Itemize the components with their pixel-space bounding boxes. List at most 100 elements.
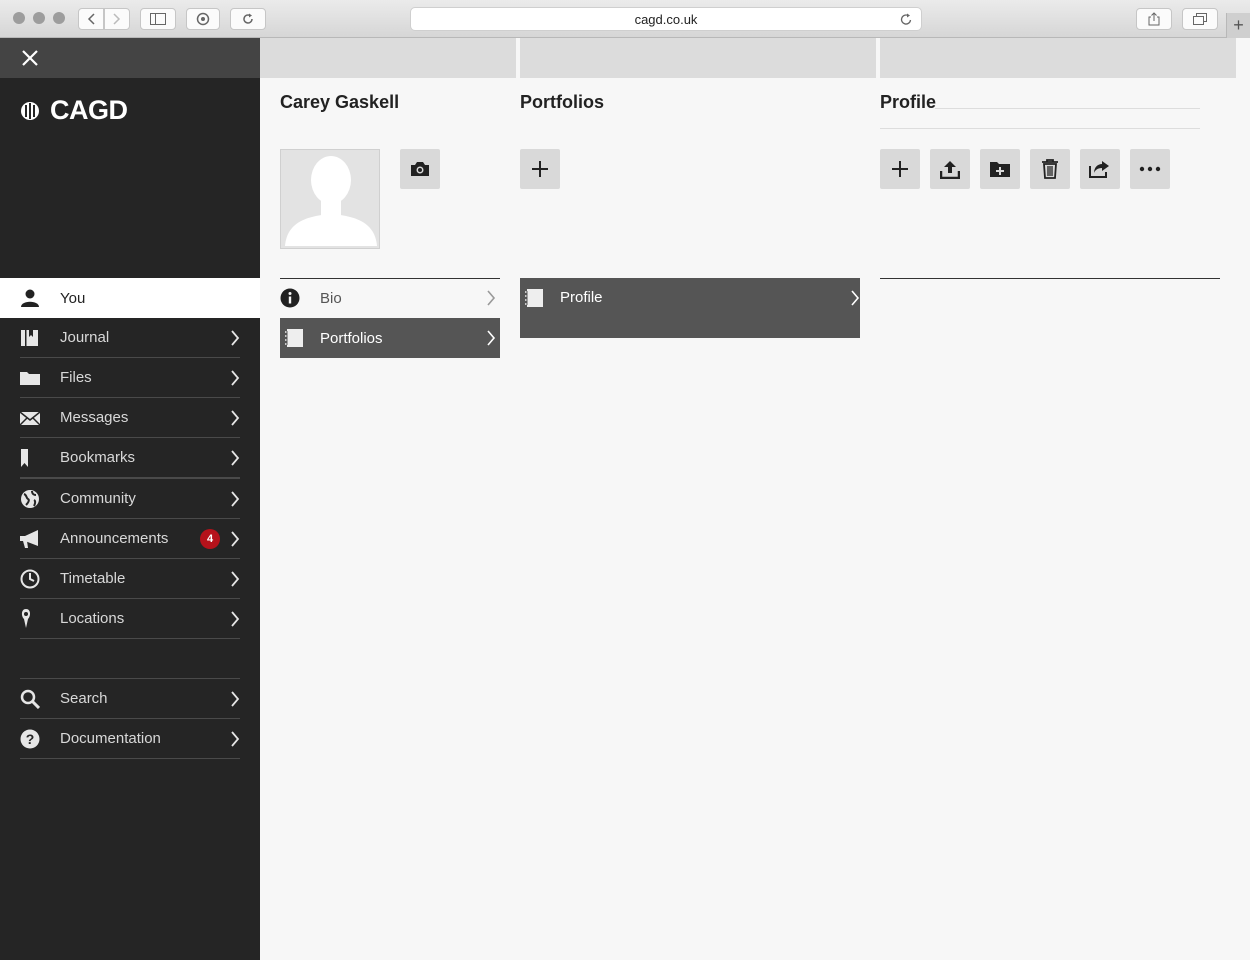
close-icon[interactable] bbox=[20, 48, 40, 68]
reload-icon bbox=[243, 13, 253, 24]
list-item-portfolios[interactable]: Portfolios bbox=[280, 318, 500, 358]
secondary-nav: Community Announcements 4 Timetable Loca… bbox=[0, 478, 260, 639]
sidebar-item-announcements[interactable]: Announcements 4 bbox=[20, 519, 240, 559]
brand[interactable]: CAGD bbox=[20, 95, 128, 126]
portfolios-title: Portfolios bbox=[520, 92, 604, 112]
share-button[interactable] bbox=[1080, 149, 1120, 189]
extension-icon bbox=[196, 12, 210, 26]
share-forward-icon bbox=[1089, 161, 1109, 178]
new-tab-button[interactable]: + bbox=[1226, 13, 1250, 38]
divider bbox=[880, 278, 1220, 279]
camera-icon bbox=[411, 162, 429, 176]
more-options-button[interactable] bbox=[1130, 149, 1170, 189]
add-button[interactable] bbox=[880, 149, 920, 189]
tertiary-nav: Search ? Documentation bbox=[0, 678, 260, 759]
trash-icon bbox=[1042, 159, 1058, 179]
user-menu-list: Bio Portfolios bbox=[280, 278, 500, 358]
list-item-label: Bio bbox=[320, 289, 342, 307]
list-item-label: Portfolios bbox=[320, 329, 383, 347]
change-photo-button[interactable] bbox=[400, 149, 440, 189]
url-text: cagd.co.uk bbox=[634, 11, 698, 27]
sidebar-item-label: Locations bbox=[60, 610, 125, 627]
notification-badge: 4 bbox=[200, 529, 220, 549]
sidebar-item-label: You bbox=[60, 289, 86, 307]
envelope-icon bbox=[20, 411, 40, 426]
sidebar-item-messages[interactable]: Messages bbox=[20, 398, 240, 438]
tabs-icon bbox=[1193, 13, 1207, 25]
chevron-right-icon bbox=[113, 13, 121, 25]
sidebar: CAGD You Journal Files Messages Bookmark… bbox=[0, 38, 260, 960]
divider bbox=[935, 108, 1200, 109]
upload-button[interactable] bbox=[930, 149, 970, 189]
sidebar-item-label: Journal bbox=[60, 329, 110, 346]
sidebar-item-bookmarks[interactable]: Bookmarks bbox=[20, 438, 240, 478]
sidebar-item-label: Search bbox=[60, 690, 108, 707]
sidebar-item-timetable[interactable]: Timetable bbox=[20, 559, 240, 599]
notebook-icon bbox=[285, 329, 303, 347]
sidebar-item-locations[interactable]: Locations bbox=[20, 599, 240, 639]
sidebar-item-label: Documentation bbox=[60, 730, 161, 747]
sidebar-icon bbox=[150, 13, 166, 25]
sidebar-toggle-button[interactable] bbox=[140, 8, 176, 30]
list-item-label: Profile bbox=[560, 289, 603, 306]
clock-icon bbox=[20, 569, 40, 589]
help-icon: ? bbox=[20, 729, 40, 749]
sidebar-item-files[interactable]: Files bbox=[20, 358, 240, 398]
brand-name: CAGD bbox=[50, 95, 128, 125]
avatar-placeholder-icon bbox=[285, 156, 377, 246]
chevron-right-icon bbox=[231, 370, 240, 386]
list-item-profile[interactable]: Profile bbox=[520, 278, 860, 338]
bookmark-icon bbox=[21, 449, 28, 467]
add-portfolio-button[interactable] bbox=[520, 149, 560, 189]
chevron-right-icon bbox=[231, 691, 240, 707]
plus-icon bbox=[532, 161, 548, 177]
chevron-right-icon bbox=[851, 290, 860, 306]
megaphone-icon bbox=[20, 530, 38, 548]
chevron-right-icon bbox=[231, 450, 240, 466]
minimize-window-button[interactable] bbox=[33, 12, 45, 24]
extension-button[interactable] bbox=[186, 8, 220, 30]
folder-icon bbox=[20, 372, 40, 385]
delete-button[interactable] bbox=[1030, 149, 1070, 189]
plus-icon: + bbox=[1233, 15, 1244, 35]
share-button[interactable] bbox=[1136, 8, 1172, 30]
sidebar-item-community[interactable]: Community bbox=[20, 479, 240, 519]
new-folder-button[interactable] bbox=[980, 149, 1020, 189]
chevron-right-icon bbox=[231, 611, 240, 627]
folder-plus-icon bbox=[990, 162, 1010, 177]
forward-button[interactable] bbox=[104, 8, 130, 30]
chevron-right-icon bbox=[487, 330, 496, 346]
sidebar-item-you[interactable]: You bbox=[0, 278, 260, 318]
browser-toolbar: cagd.co.uk + bbox=[0, 0, 1250, 38]
sidebar-item-journal[interactable]: Journal bbox=[20, 318, 240, 358]
reload-button[interactable] bbox=[230, 8, 266, 30]
upload-icon bbox=[940, 161, 960, 179]
column-header-profile bbox=[880, 38, 1236, 78]
chevron-right-icon bbox=[231, 731, 240, 747]
portfolios-list: Profile bbox=[520, 278, 860, 338]
sidebar-item-label: Timetable bbox=[60, 570, 126, 587]
sidebar-item-search[interactable]: Search bbox=[20, 679, 240, 719]
plus-icon bbox=[892, 161, 908, 177]
sidebar-item-label: Messages bbox=[60, 409, 129, 426]
globe-icon bbox=[21, 490, 39, 508]
list-item-bio[interactable]: Bio bbox=[280, 278, 500, 318]
logo-icon bbox=[21, 101, 39, 120]
close-window-button[interactable] bbox=[13, 12, 25, 24]
page-reload-icon[interactable] bbox=[899, 11, 913, 27]
chevron-right-icon bbox=[231, 531, 240, 547]
column-header-user bbox=[260, 38, 516, 78]
back-button[interactable] bbox=[78, 8, 104, 30]
search-icon bbox=[20, 689, 40, 709]
avatar[interactable] bbox=[280, 149, 380, 249]
chevron-right-icon bbox=[231, 571, 240, 587]
zoom-window-button[interactable] bbox=[53, 12, 65, 24]
sidebar-item-documentation[interactable]: ? Documentation bbox=[20, 719, 240, 759]
user-name-title: Carey Gaskell bbox=[280, 92, 400, 112]
ellipsis-icon bbox=[1139, 166, 1161, 172]
sidebar-top-bar bbox=[0, 38, 260, 78]
share-icon bbox=[1148, 12, 1160, 26]
tabs-overview-button[interactable] bbox=[1182, 8, 1218, 30]
profile-title: Profile bbox=[880, 92, 937, 112]
address-bar[interactable]: cagd.co.uk bbox=[410, 7, 922, 31]
